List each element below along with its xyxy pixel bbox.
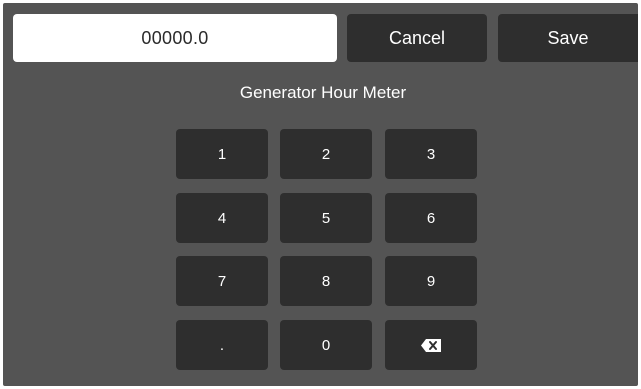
cancel-button-label: Cancel	[388, 27, 446, 48]
key-9[interactable]: 9	[385, 256, 477, 306]
dialog-title: Generator Hour Meter	[239, 83, 407, 102]
save-button-label: Save	[547, 27, 589, 48]
key-2-label: 2	[321, 145, 331, 163]
key-4-label: 4	[217, 209, 227, 227]
key-4[interactable]: 4	[176, 193, 268, 243]
key-8-label: 8	[321, 272, 331, 290]
key-3-label: 3	[426, 145, 436, 163]
key-0-label: 0	[321, 336, 331, 354]
key-1[interactable]: 1	[176, 129, 268, 179]
key-7-label: 7	[217, 272, 227, 290]
hour-meter-value-field[interactable]: 00000.0	[13, 14, 337, 62]
backspace-button[interactable]	[385, 320, 477, 370]
key-5-label: 5	[321, 209, 331, 227]
key-9-label: 9	[426, 272, 436, 290]
key-0[interactable]: 0	[280, 320, 372, 370]
key-7[interactable]: 7	[176, 256, 268, 306]
backspace-icon	[421, 338, 441, 352]
key-6[interactable]: 6	[385, 193, 477, 243]
key-2[interactable]: 2	[280, 129, 372, 179]
key-6-label: 6	[426, 209, 436, 227]
key-3[interactable]: 3	[385, 129, 477, 179]
key-5[interactable]: 5	[280, 193, 372, 243]
hour-meter-value: 00000.0	[141, 27, 209, 48]
hour-meter-dialog: 00000.0 Cancel Save Generator Hour Meter…	[3, 3, 638, 386]
key-decimal-label: .	[219, 336, 225, 354]
save-button[interactable]: Save	[498, 14, 638, 62]
key-8[interactable]: 8	[280, 256, 372, 306]
cancel-button[interactable]: Cancel	[347, 14, 487, 62]
key-1-label: 1	[217, 145, 227, 163]
key-decimal[interactable]: .	[176, 320, 268, 370]
